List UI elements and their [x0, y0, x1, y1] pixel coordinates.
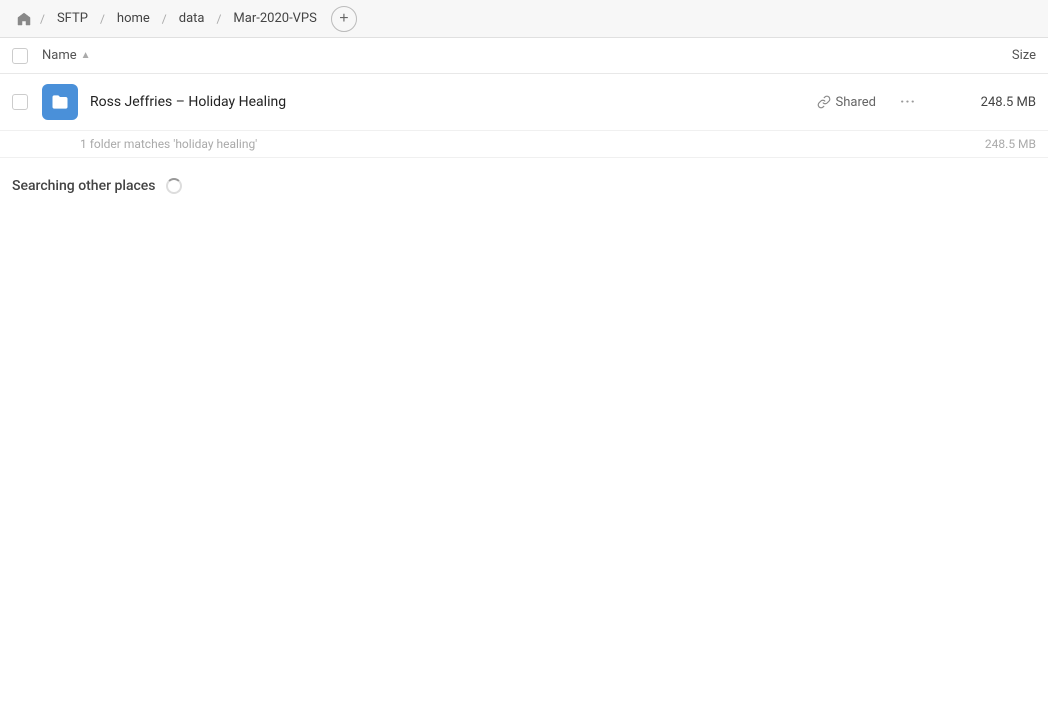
name-column-label: Name	[42, 48, 77, 63]
sep-1: /	[38, 12, 47, 26]
breadcrumb-item-mar2020vps[interactable]: Mar-2020-VPS	[225, 8, 324, 29]
ellipsis-icon: ···	[900, 94, 916, 110]
shared-label: Shared	[836, 95, 876, 110]
searching-section: Searching other places	[0, 158, 1048, 214]
more-options-button[interactable]: ···	[892, 86, 924, 118]
loading-spinner	[166, 178, 182, 194]
breadcrumb-item-home[interactable]: home	[109, 8, 158, 29]
app-container: / SFTP / home / data / Mar-2020-VPS + Na…	[0, 0, 1048, 720]
file-row[interactable]: Ross Jeffries – Holiday Healing Shared ·…	[0, 74, 1048, 131]
breadcrumb-bar: / SFTP / home / data / Mar-2020-VPS +	[0, 0, 1048, 38]
file-name: Ross Jeffries – Holiday Healing	[90, 94, 817, 110]
sep-2: /	[98, 12, 107, 26]
sep-3: /	[160, 12, 169, 26]
match-text: 1 folder matches 'holiday healing'	[80, 137, 936, 151]
match-size: 248.5 MB	[936, 137, 1036, 151]
select-all-checkbox[interactable]	[12, 48, 42, 64]
sort-icon: ▲	[81, 50, 91, 61]
breadcrumb-item-data[interactable]: data	[171, 8, 213, 29]
column-header: Name ▲ Size	[0, 38, 1048, 74]
home-icon[interactable]	[12, 7, 36, 31]
checkbox-box	[12, 48, 28, 64]
breadcrumb-item-sftp[interactable]: SFTP	[49, 8, 96, 29]
searching-label: Searching other places	[12, 178, 156, 194]
folder-icon	[42, 84, 78, 120]
name-column-header[interactable]: Name ▲	[42, 48, 936, 63]
add-tab-button[interactable]: +	[331, 6, 357, 32]
size-column-header[interactable]: Size	[936, 48, 1036, 63]
sep-4: /	[214, 12, 223, 26]
content-area	[0, 214, 1048, 720]
file-checkbox[interactable]	[12, 94, 42, 110]
match-info-row: 1 folder matches 'holiday healing' 248.5…	[0, 131, 1048, 158]
shared-badge: Shared	[817, 95, 876, 110]
file-size: 248.5 MB	[936, 95, 1036, 110]
link-icon	[817, 95, 831, 109]
checkbox-box	[12, 94, 28, 110]
